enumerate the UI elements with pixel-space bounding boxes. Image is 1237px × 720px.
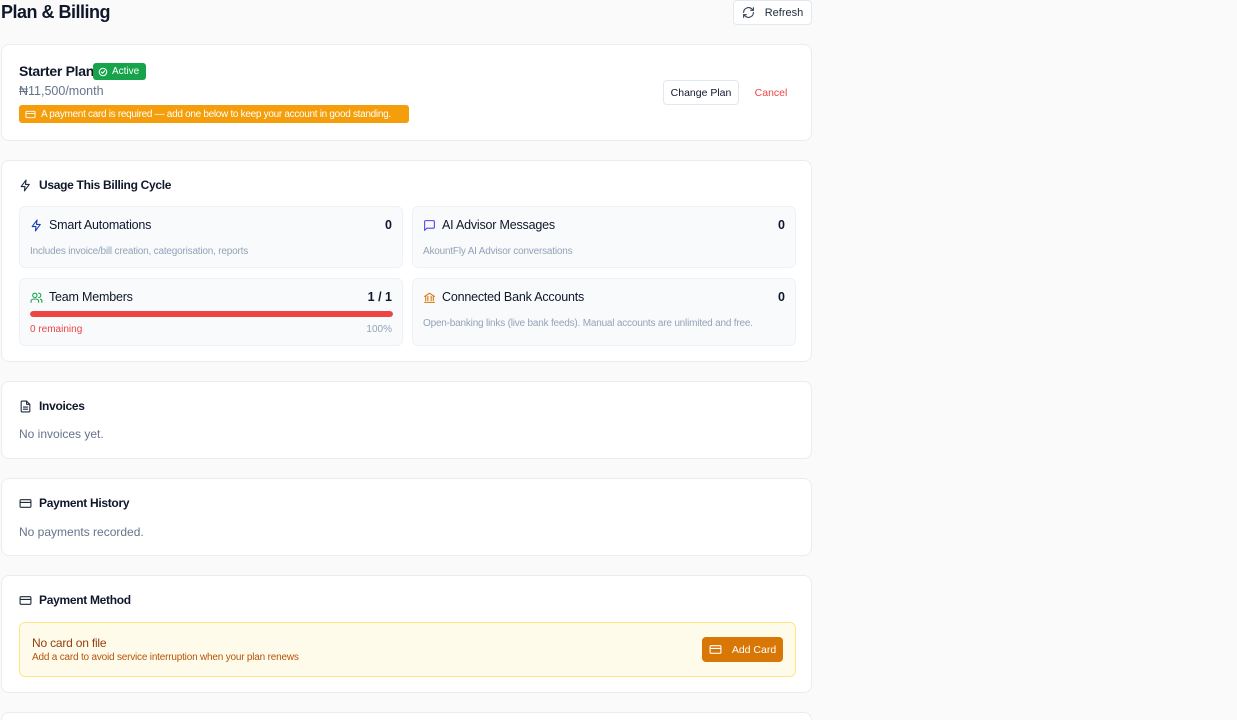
credit-card-icon: [19, 594, 32, 607]
usage-tile-team: Team Members 1 / 1 0 remaining 100%: [19, 278, 403, 346]
no-card-title: No card on file: [32, 636, 107, 650]
team-percent: 100%: [366, 324, 392, 335]
advisor-value: 0: [778, 218, 785, 232]
card-warning-text: A payment card is required — add one bel…: [41, 108, 391, 120]
method-title-text: Payment Method: [39, 593, 131, 607]
check-circle-icon: [98, 67, 108, 77]
team-label: Team Members: [49, 290, 133, 304]
invoices-empty: No invoices yet.: [19, 427, 104, 441]
bank-label: Connected Bank Accounts: [442, 290, 585, 304]
no-card-notice: No card on file Add a card to avoid serv…: [19, 622, 796, 677]
team-progress-fill: [30, 311, 393, 317]
invoices-card: Invoices No invoices yet.: [1, 381, 812, 459]
plan-card: Starter Plan Active ₦11,500/month A paym…: [1, 44, 812, 141]
payment-history-card: Payment History No payments recorded.: [1, 478, 812, 556]
automations-value: 0: [385, 218, 392, 232]
add-card-label: Add Card: [731, 643, 777, 656]
usage-title-text: Usage This Billing Cycle: [39, 178, 172, 192]
invoices-title-text: Invoices: [39, 399, 85, 413]
automations-desc: Includes invoice/bill creation, categori…: [30, 246, 249, 257]
payments-section-title: Payment History: [19, 496, 130, 510]
no-card-desc: Add a card to avoid service interruption…: [32, 652, 299, 663]
page-header: Plan & Billing Refresh: [0, 0, 812, 26]
refresh-label: Refresh: [764, 6, 804, 19]
team-remaining: 0 remaining: [30, 324, 83, 335]
refresh-button[interactable]: Refresh: [733, 0, 812, 25]
zap-icon: [30, 219, 43, 232]
credit-card-icon: [19, 497, 32, 510]
page-title: Plan & Billing: [1, 2, 111, 22]
usage-tile-automations: Smart Automations 0 Includes invoice/bil…: [19, 206, 403, 268]
bank-desc: Open-banking links (live bank feeds). Ma…: [423, 318, 753, 329]
users-icon: [30, 291, 43, 304]
credit-card-icon: [25, 109, 36, 120]
advisor-desc: AkountFly AI Advisor conversations: [423, 246, 573, 257]
usage-card: Usage This Billing Cycle Smart Automatio…: [1, 160, 812, 362]
invoices-section-title: Invoices: [19, 399, 85, 413]
cancel-plan-button[interactable]: Cancel: [748, 80, 794, 105]
usage-tile-advisor: AI Advisor Messages 0 AkountFly AI Advis…: [412, 206, 796, 268]
change-plan-button[interactable]: Change Plan: [663, 80, 739, 105]
payment-method-card: Payment Method No card on file Add a car…: [1, 575, 812, 693]
payments-title-text: Payment History: [39, 496, 130, 510]
file-icon: [19, 400, 32, 413]
zap-icon: [19, 179, 32, 192]
plan-name: Starter Plan: [19, 63, 94, 79]
status-badge: Active: [93, 63, 147, 80]
add-card-button[interactable]: Add Card: [702, 637, 783, 662]
plan-price: ₦11,500/month: [19, 84, 104, 98]
payments-empty: No payments recorded.: [19, 525, 144, 539]
next-section-card: [1, 712, 812, 720]
advisor-label: AI Advisor Messages: [442, 218, 555, 232]
method-section-title: Payment Method: [19, 593, 131, 607]
usage-tile-bank: Connected Bank Accounts 0 Open-banking l…: [412, 278, 796, 346]
refresh-icon: [742, 6, 755, 19]
message-icon: [423, 219, 436, 232]
credit-card-icon: [709, 643, 722, 656]
bank-icon: [423, 291, 436, 304]
automations-label: Smart Automations: [49, 218, 152, 232]
status-badge-label: Active: [112, 66, 140, 77]
team-value: 1 / 1: [367, 290, 392, 304]
team-progress-bar: [30, 311, 393, 317]
card-required-warning: A payment card is required — add one bel…: [19, 105, 409, 123]
bank-value: 0: [778, 290, 785, 304]
usage-section-title: Usage This Billing Cycle: [19, 178, 171, 192]
